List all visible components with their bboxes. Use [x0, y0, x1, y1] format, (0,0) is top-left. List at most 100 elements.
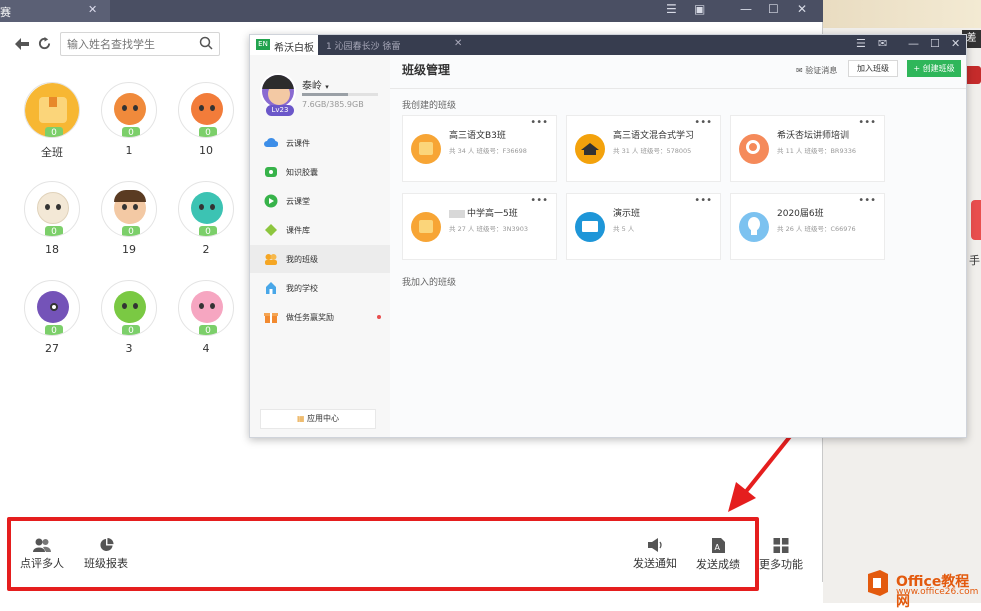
more-options-icon[interactable]: •••: [694, 117, 712, 128]
menu-icon[interactable]: ☰: [856, 37, 866, 50]
send-scores-button[interactable]: A 发送成绩: [696, 538, 740, 572]
create-class-button[interactable]: + 创建班级: [907, 60, 961, 77]
student-name: 18: [45, 243, 59, 256]
join-class-button[interactable]: 加入班级: [848, 60, 898, 77]
sidebar-item-my-school[interactable]: 我的学校: [250, 274, 390, 302]
student-card[interactable]: 0 18: [22, 181, 82, 256]
user-avatar[interactable]: [260, 73, 296, 109]
more-options-icon[interactable]: •••: [530, 117, 548, 128]
speaker-icon: [647, 538, 662, 552]
student-avatar: 0: [101, 82, 157, 138]
score-badge: 0: [199, 325, 217, 335]
student-card[interactable]: 0 10: [176, 82, 236, 157]
search-icon[interactable]: [199, 36, 213, 50]
more-functions-button[interactable]: 更多功能: [759, 538, 803, 572]
sidebar-item-label: 云课堂: [286, 197, 310, 206]
student-name: 2: [202, 243, 210, 256]
create-class-label: 创建班级: [922, 64, 955, 73]
send-scores-label: 发送成绩: [696, 558, 740, 571]
whiteboard-window: EN 希沃白板 1 沁园春长沙 徐雷 ✕ ☰ ✉ — ☐ ✕ Lv23 泰岭 ▾…: [249, 34, 967, 438]
close-icon[interactable]: ✕: [88, 3, 97, 16]
more-options-icon[interactable]: •••: [694, 195, 712, 206]
maximize-icon[interactable]: ☐: [768, 2, 779, 16]
class-card[interactable]: ••• 高三语文混合式学习 共 31 人 班级号：578005: [566, 115, 721, 182]
window-icon[interactable]: ▣: [694, 2, 705, 16]
tab-courseware[interactable]: 1 沁园春长沙 徐雷: [326, 39, 400, 52]
close-window-icon[interactable]: ✕: [951, 37, 960, 50]
class-name: 中学高一5班: [449, 206, 518, 219]
class-name: 演示班: [613, 209, 641, 219]
class-name: 希沃杏坛讲师培训: [777, 131, 850, 141]
class-name: 高三语文B3班: [449, 131, 506, 141]
class-name: 2020届6班: [777, 209, 824, 219]
close-icon[interactable]: ✕: [454, 38, 462, 49]
score-badge: 0: [199, 226, 217, 236]
minimize-icon[interactable]: —: [908, 37, 919, 50]
apps-grid-icon: ▦: [296, 414, 305, 423]
sidebar-item-label: 我的学校: [286, 284, 318, 293]
minimize-icon[interactable]: —: [740, 2, 752, 16]
student-card[interactable]: 0 19: [99, 181, 159, 256]
grid-icon: [773, 538, 789, 553]
sidebar-item-my-classes[interactable]: 我的班级: [250, 245, 390, 273]
class-card[interactable]: ••• 高三语文B3班 共 34 人 班级号：F36698: [402, 115, 557, 182]
sidebar-item-task-rewards[interactable]: 做任务赢奖励: [250, 303, 390, 331]
storage-text: 7.6GB/385.9GB: [302, 100, 364, 109]
more-options-icon[interactable]: •••: [530, 195, 548, 206]
refresh-icon[interactable]: [38, 37, 51, 50]
class-card[interactable]: ••• 演示班 共 5 人: [566, 193, 721, 260]
close-window-icon[interactable]: ✕: [797, 2, 807, 16]
folder-icon: [411, 134, 441, 164]
student-card[interactable]: 0 27: [22, 280, 82, 355]
student-card[interactable]: 0 4: [176, 280, 236, 355]
sidebar-item-courseware-library[interactable]: 课件库: [250, 216, 390, 244]
student-card[interactable]: 0 2: [176, 181, 236, 256]
storage-bar: [302, 93, 378, 96]
student-card[interactable]: 0 1: [99, 82, 159, 157]
fg-window-titlebar: EN 希沃白板 1 沁园春长沙 徐雷 ✕ ☰ ✉ — ☐ ✕: [250, 35, 966, 55]
more-options-icon[interactable]: •••: [858, 117, 876, 128]
menu-icon[interactable]: ☰: [666, 2, 677, 16]
page-title: 班级管理: [402, 63, 451, 77]
score-badge: 0: [199, 127, 217, 137]
class-management-panel: 班级管理 ✉ 验证消息 加入班级 + 创建班级 我创建的班级 ••• 高三语文B…: [390, 55, 966, 437]
more-options-icon[interactable]: •••: [858, 195, 876, 206]
class-group-icon: [265, 254, 277, 265]
back-arrow-icon[interactable]: [15, 38, 29, 50]
bg-window-titlebar: 赛 ✕ ☰ ▣ — ☐ ✕: [0, 0, 823, 22]
student-avatar: 0: [178, 181, 234, 237]
play-icon: [264, 194, 278, 208]
student-avatar: 0: [178, 82, 234, 138]
tab-whiteboard[interactable]: EN 希沃白板: [250, 35, 318, 55]
app-center-button[interactable]: ▦ 应用中心: [260, 409, 376, 429]
class-card[interactable]: ••• 中学高一5班 共 27 人 班级号：3N3903: [402, 193, 557, 260]
verify-message-link[interactable]: ✉ 验证消息: [796, 65, 837, 76]
student-avatar: 0: [101, 181, 157, 237]
app-logo-icon: EN: [256, 39, 270, 50]
bg-window-tab[interactable]: 赛 ✕: [0, 0, 110, 22]
student-card[interactable]: 0 3: [99, 280, 159, 355]
user-name[interactable]: 泰岭 ▾: [302, 77, 329, 92]
review-many-button[interactable]: 点评多人: [20, 538, 64, 571]
send-notice-button[interactable]: 发送通知: [633, 538, 677, 571]
class-report-label: 班级报表: [84, 557, 128, 570]
class-report-button[interactable]: 班级报表: [84, 538, 128, 571]
student-card[interactable]: 0 全班: [22, 82, 82, 160]
class-name: 高三语文混合式学习: [613, 131, 695, 141]
class-card[interactable]: ••• 2020届6班 共 26 人 班级号：C66976: [730, 193, 885, 260]
sidebar-item-cloud-class[interactable]: 云课堂: [250, 187, 390, 215]
mail-icon[interactable]: ✉: [878, 37, 887, 50]
sidebar-item-knowledge-capsule[interactable]: 知识胶囊: [250, 158, 390, 186]
student-avatar: 0: [24, 181, 80, 237]
message-icon: ✉: [796, 66, 803, 75]
student-name: 27: [45, 342, 59, 355]
sidebar-item-label: 云课件: [286, 139, 310, 148]
side-tab: [971, 200, 981, 240]
search-field[interactable]: [60, 32, 220, 56]
level-badge: Lv23: [266, 105, 294, 116]
class-card[interactable]: ••• 希沃杏坛讲师培训 共 11 人 班级号：BR9336: [730, 115, 885, 182]
sidebar-item-cloud-courseware[interactable]: 云课件: [250, 129, 390, 157]
maximize-icon[interactable]: ☐: [930, 37, 940, 50]
search-input[interactable]: [61, 33, 191, 56]
chevron-down-icon: ▾: [325, 83, 329, 91]
